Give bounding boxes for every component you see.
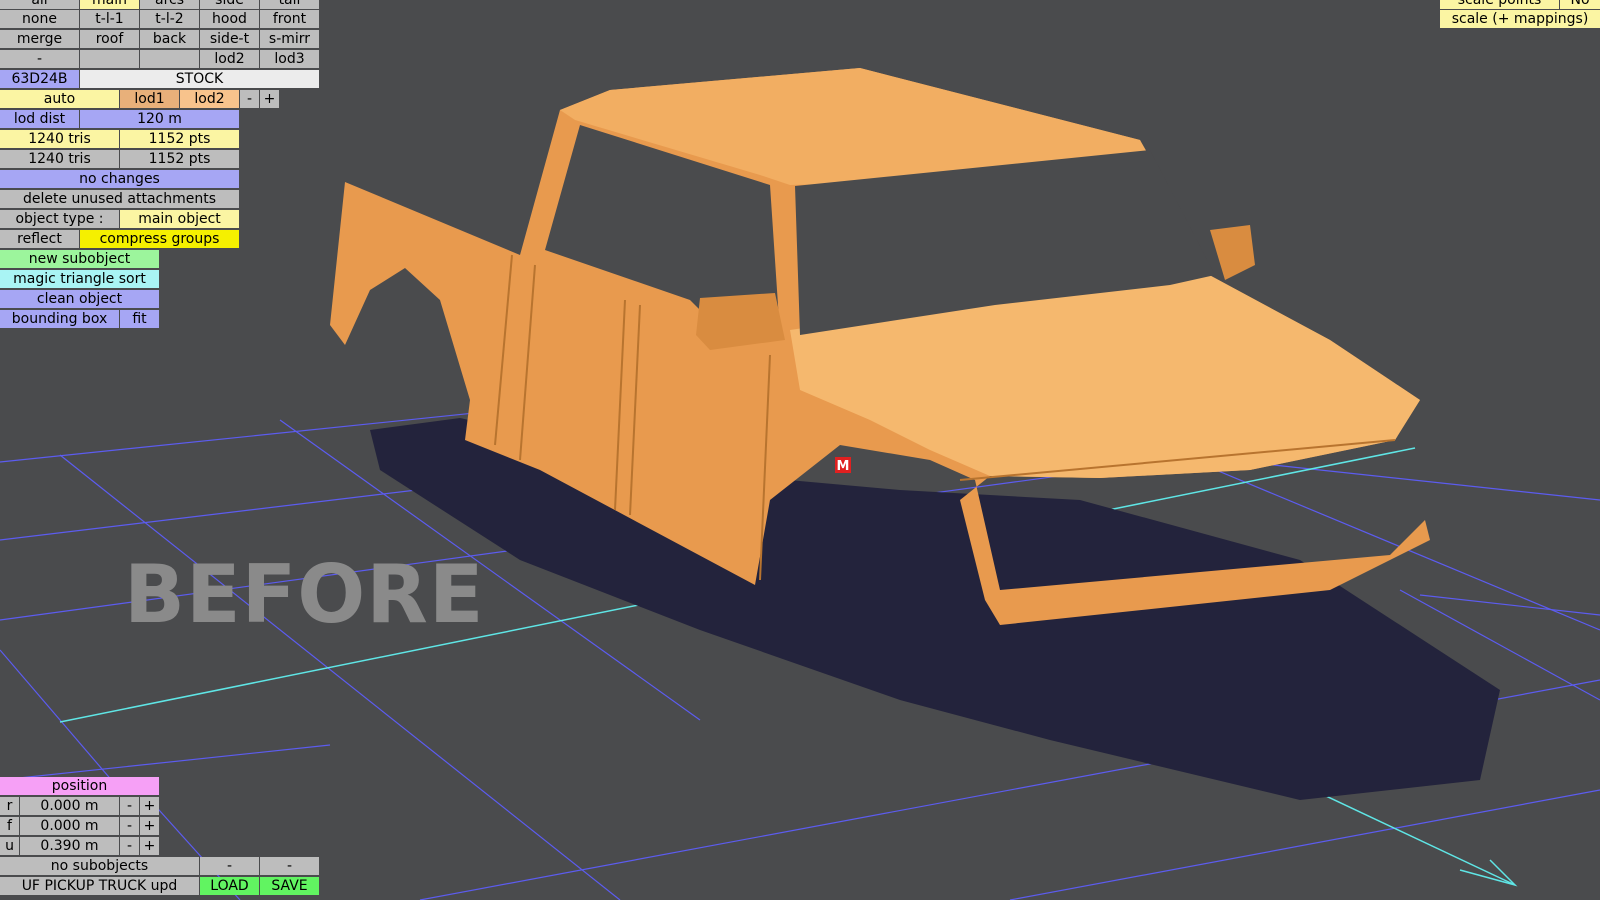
tab-side[interactable]: side: [200, 0, 259, 9]
save-button[interactable]: SAVE: [260, 877, 319, 895]
tab-arcs[interactable]: arcs: [140, 0, 199, 9]
tab-all[interactable]: all: [0, 0, 79, 9]
group-roof[interactable]: roof: [80, 30, 139, 48]
subobject-dash-2[interactable]: -: [260, 857, 319, 875]
scale-points-button[interactable]: scale points: [1440, 0, 1559, 9]
lod-auto-button[interactable]: auto: [0, 90, 119, 108]
3d-viewport[interactable]: M: [0, 0, 1600, 900]
object-name[interactable]: STOCK: [80, 70, 319, 88]
magic-triangle-sort-button[interactable]: magic triangle sort: [0, 270, 159, 288]
position-axis-r: r: [0, 797, 19, 815]
group-t-l-1[interactable]: t-l-1: [80, 10, 139, 28]
scale-points-toggle[interactable]: No: [1560, 0, 1600, 9]
position-minus-r[interactable]: -: [120, 797, 139, 815]
pts-count: 1152 pts: [120, 130, 239, 148]
position-minus-f[interactable]: -: [120, 817, 139, 835]
object-code[interactable]: 63D24B: [0, 70, 79, 88]
position-title: position: [0, 777, 159, 795]
file-name[interactable]: UF PICKUP TRUCK upd: [0, 877, 199, 895]
position-plus-f[interactable]: +: [140, 817, 159, 835]
group-t-l-2[interactable]: t-l-2: [140, 10, 199, 28]
status-text: no changes: [0, 170, 239, 188]
position-axis-f: f: [0, 817, 19, 835]
tab-tail[interactable]: tail: [260, 0, 319, 9]
load-button[interactable]: LOAD: [200, 877, 259, 895]
position-plus-u[interactable]: +: [140, 837, 159, 855]
subobjects-label: no subobjects: [0, 857, 199, 875]
tab-main[interactable]: main: [80, 0, 139, 9]
lod1-button[interactable]: lod1: [120, 90, 179, 108]
position-axis-u: u: [0, 837, 19, 855]
tris-count-2: 1240 tris: [0, 150, 119, 168]
subobject-dash-1[interactable]: -: [200, 857, 259, 875]
position-minus-u[interactable]: -: [120, 837, 139, 855]
clean-object-button[interactable]: clean object: [0, 290, 159, 308]
group-front[interactable]: front: [260, 10, 319, 28]
group-merge[interactable]: merge: [0, 30, 79, 48]
position-value-u[interactable]: 0.390 m: [20, 837, 119, 855]
group-side-t[interactable]: side-t: [200, 30, 259, 48]
lod-dist-value[interactable]: 120 m: [80, 110, 239, 128]
before-label: BEFORE: [124, 548, 485, 641]
marker-label: M: [837, 459, 850, 474]
fit-button[interactable]: fit: [120, 310, 159, 328]
reflect-button[interactable]: reflect: [0, 230, 79, 248]
compress-groups-button[interactable]: compress groups: [80, 230, 239, 248]
group-hood[interactable]: hood: [200, 10, 259, 28]
group-lod3[interactable]: lod3: [260, 50, 319, 68]
lod-minus-button[interactable]: -: [240, 90, 259, 108]
lod-plus-button[interactable]: +: [260, 90, 279, 108]
object-type-label: object type :: [0, 210, 119, 228]
group-s-mirr[interactable]: s-mirr: [260, 30, 319, 48]
group-empty-2[interactable]: [140, 50, 199, 68]
lod-dist-label: lod dist: [0, 110, 79, 128]
new-subobject-button[interactable]: new subobject: [0, 250, 159, 268]
group-empty-1[interactable]: [80, 50, 139, 68]
scale-mappings-button[interactable]: scale (+ mappings): [1440, 10, 1600, 28]
group-lod2[interactable]: lod2: [200, 50, 259, 68]
object-type-value[interactable]: main object: [120, 210, 239, 228]
position-value-f[interactable]: 0.000 m: [20, 817, 119, 835]
group-back[interactable]: back: [140, 30, 199, 48]
bounding-box-button[interactable]: bounding box: [0, 310, 119, 328]
group-dash[interactable]: -: [0, 50, 79, 68]
position-plus-r[interactable]: +: [140, 797, 159, 815]
delete-unused-button[interactable]: delete unused attachments: [0, 190, 239, 208]
group-none[interactable]: none: [0, 10, 79, 28]
pts-count-2: 1152 pts: [120, 150, 239, 168]
position-value-r[interactable]: 0.000 m: [20, 797, 119, 815]
lod2-button[interactable]: lod2: [180, 90, 239, 108]
tris-count: 1240 tris: [0, 130, 119, 148]
